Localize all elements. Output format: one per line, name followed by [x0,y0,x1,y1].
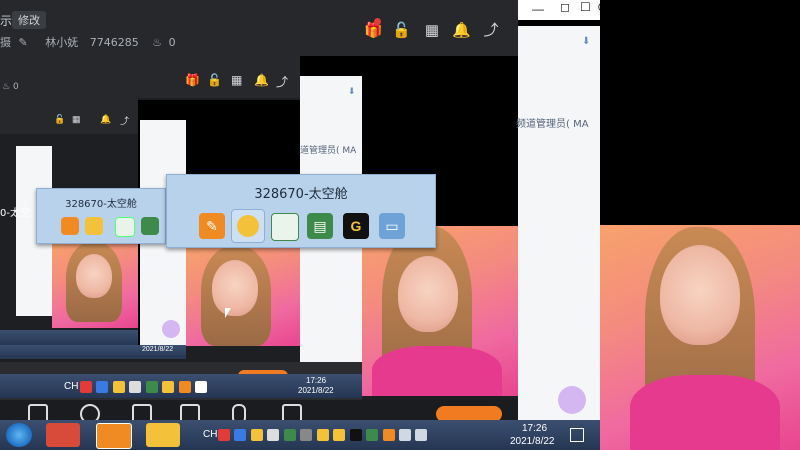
help-icon[interactable] [234,429,247,441]
bee-tray-icon[interactable] [316,429,329,441]
download-arrow-icon[interactable]: ⬇ [348,86,356,97]
edit-button[interactable]: 修改 [12,11,46,29]
unlock-icon[interactable]: 🔓 [392,22,411,40]
restore-icon[interactable]: ◻ [560,0,570,14]
sword-icon[interactable] [300,429,313,441]
pencil-icon[interactable]: ✎ [19,36,28,49]
shield-app-icon[interactable] [61,217,79,235]
user-info-row: 摄 ✎ 林小妩 7746285 ♨ 0 [0,34,176,50]
nvidia-icon[interactable] [283,429,296,441]
shirt-shape [372,346,502,396]
window-icon[interactable] [271,213,299,241]
gift-icon[interactable]: 🎁 [185,73,200,87]
bell-icon[interactable]: 🔔 [100,114,111,125]
mouse-cursor-icon [225,308,231,318]
shield-app-icon[interactable]: ✎ [199,213,225,239]
nested-taskbar-1: CH 17:26 2021/8/22 [0,374,362,398]
face-shape [398,256,458,332]
right-black-video [600,0,800,225]
nested-taskbar-2: 2021/8/22 [0,345,186,359]
taskbar-time: 17:26 [522,423,548,434]
nested-video-frame-2 [186,246,300,346]
face-shape [76,254,112,298]
large-video-frame [600,225,800,450]
launcher-popup: 328670-太空舱 ✎ ▤ G ▭ [166,174,436,248]
minimize-icon[interactable]: — [532,2,544,16]
maximize-icon[interactable]: ☐ [580,0,591,14]
username: 林小妩 [45,36,79,49]
admin-label-1: 频道管理员( MA [516,119,589,130]
small-popup-title: 328670-太空舱 [65,199,137,210]
nested-taskbar-3 [0,330,138,345]
share-icon[interactable]: ⤴ [482,22,500,40]
unlock-icon[interactable]: 🔓 [207,73,222,87]
orange-tray-icon[interactable] [382,429,395,441]
sogou-icon[interactable] [218,429,230,441]
nested-header-2: 🔓 ▦ 🔔 ⤴ [0,98,138,134]
right-white-pane: ⬇ [518,26,600,420]
mic-tray-icon[interactable] [267,429,280,441]
app-header: 示 修改 摄 ✎ 林小妩 7746285 ♨ 0 🎁 🔓 ▦ 🔔 ⤴ [0,0,518,56]
inner-room-label: 0-太空 [0,208,30,219]
avatar[interactable] [558,386,586,414]
admin-label-2: 道管理员( MA [300,146,357,156]
nested-date: 2021/8/22 [298,386,334,395]
share-icon[interactable]: ⤴ [276,73,288,90]
tray-icons-strip [80,380,270,393]
nested-fire-count: ♨ 0 [2,82,19,92]
network-icon[interactable] [398,429,411,441]
g-tray-icon[interactable] [349,429,362,441]
face-shape [660,245,740,345]
system-tray-icons [218,428,488,442]
layout-icon[interactable]: ▦ [231,73,242,87]
popup-title: 328670-太空舱 [254,187,348,202]
netease-music-icon[interactable] [46,423,80,447]
g-logo-icon[interactable]: G [343,213,369,239]
unlock-icon[interactable]: 🔓 [54,114,65,125]
lang-indicator[interactable]: CH [203,429,217,440]
taskbar-date: 2021/8/22 [510,436,555,447]
chart-tray-icon[interactable] [366,429,379,441]
fire-count: 0 [168,36,176,49]
nested-clock: 2021/8/22 [142,346,174,353]
shield-app-taskbar-icon[interactable] [96,423,132,449]
chart-icon[interactable]: ▤ [307,213,333,239]
bee-mascot-icon[interactable] [231,209,265,243]
nested-header-1: ♨ 0 🎁 🔓 ▦ 🔔 ⤴ [0,56,300,98]
bell-icon[interactable]: 🔔 [254,73,269,87]
user-id: 7746285 [89,36,139,49]
download-arrow-icon[interactable]: ⬇ [582,36,590,47]
bee-mascot-icon[interactable] [85,217,103,235]
chart-icon[interactable] [141,217,159,235]
nested-time: 17:26 [306,376,327,385]
bee-mascot-taskbar-icon[interactable] [146,423,180,447]
layout-icon[interactable]: ▦ [72,114,81,125]
bell-icon[interactable]: 🔔 [452,22,471,40]
face-shape [212,260,258,316]
row2-prefix: 摄 [0,36,11,49]
shield-tray-icon[interactable] [250,429,263,441]
shirt-shape [630,375,780,450]
gift-icon[interactable]: 🎁 [364,18,383,40]
monitor-icon[interactable]: ▭ [379,213,405,239]
start-button-icon[interactable] [6,423,32,447]
fire-icon: ♨ [152,36,163,49]
layout-icon[interactable]: ▦ [423,22,441,40]
volume-icon[interactable] [415,429,428,441]
small-launcher-popup: 328670-太空舱 [36,188,166,244]
show-desktop-icon[interactable] [570,428,584,442]
header-left-text: 示 [0,14,13,28]
notification-badge [374,18,381,25]
avatar[interactable] [162,320,180,338]
nested-video-frame-1 [362,226,518,396]
nested-video-frame-3 [52,242,138,328]
bee-tray-icon-2[interactable] [333,429,346,441]
window-icon[interactable] [115,217,135,237]
windows-taskbar: CH 17:26 2021/8/22 [0,420,600,450]
lang-indicator[interactable]: CH [64,381,78,392]
share-icon[interactable]: ⤴ [120,114,129,127]
